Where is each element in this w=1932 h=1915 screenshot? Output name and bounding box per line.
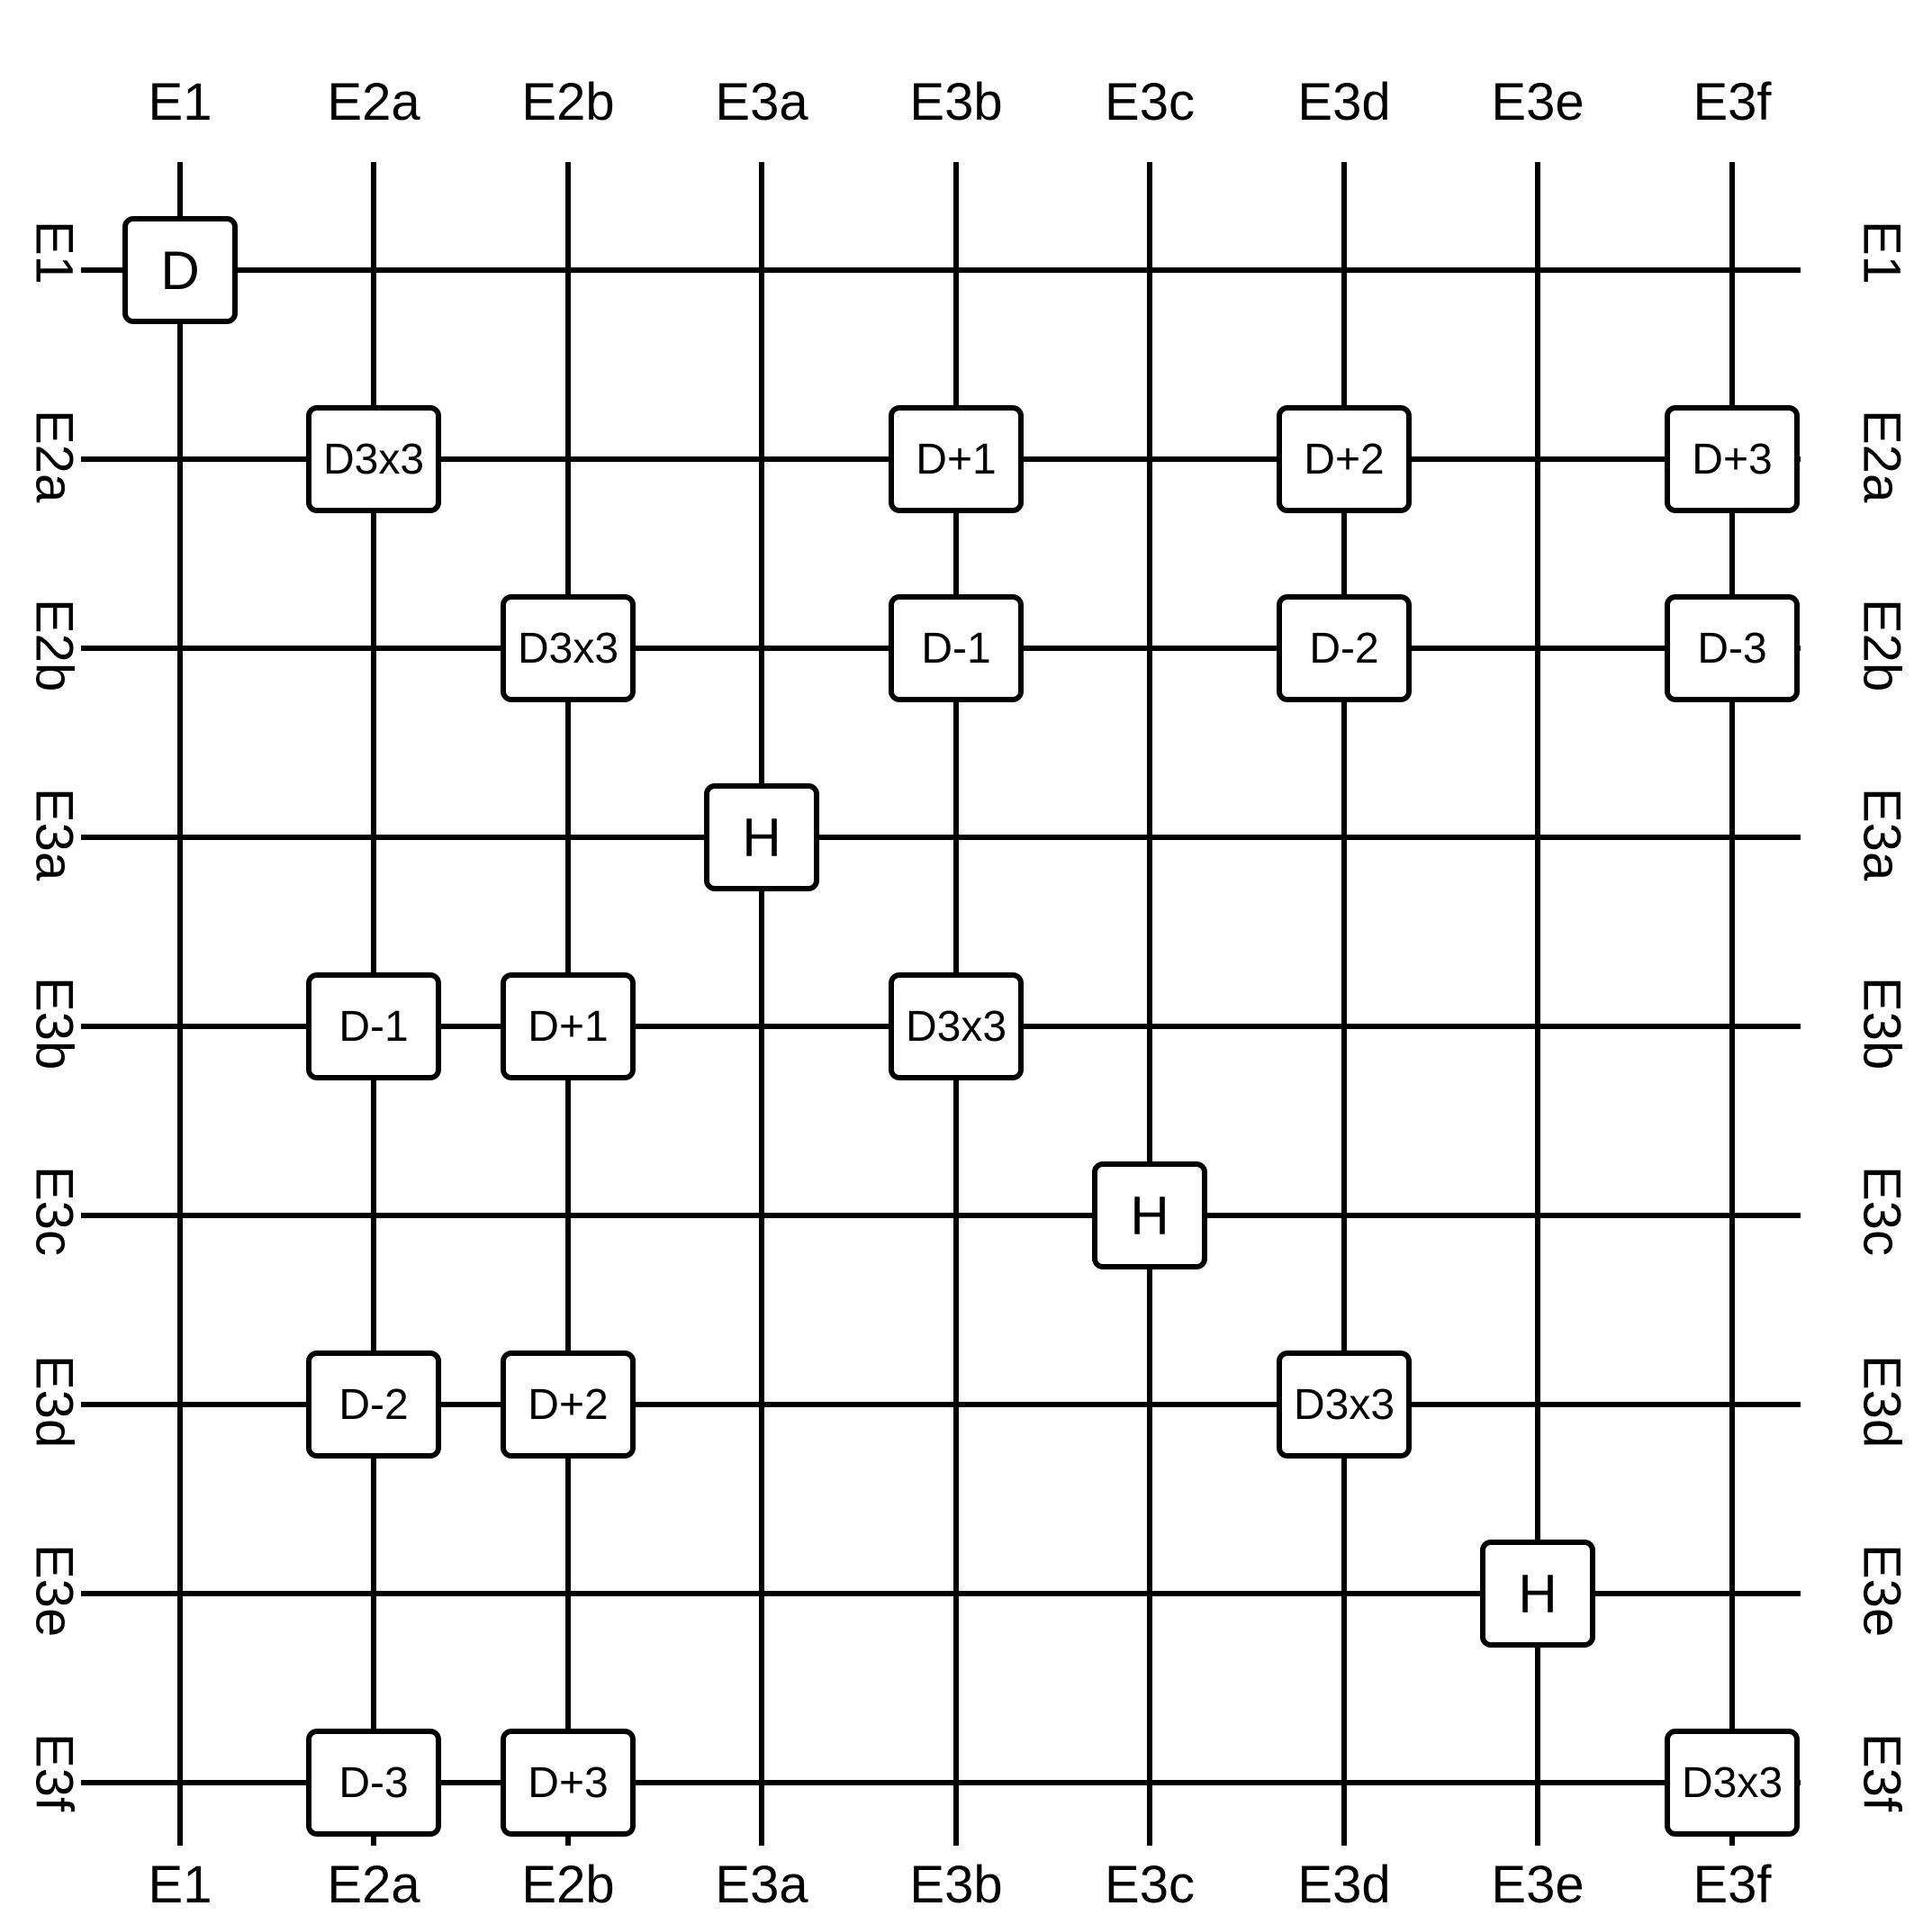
row-label-left: E1 bbox=[24, 221, 85, 285]
matrix-cell: D-2 bbox=[1277, 594, 1412, 702]
row-label-left: E3f bbox=[24, 1733, 85, 1811]
matrix-cell: D+2 bbox=[501, 1350, 636, 1459]
row-label-right: E1 bbox=[1852, 221, 1912, 285]
col-label-top: E2a bbox=[327, 72, 420, 132]
col-label-bottom: E3d bbox=[1297, 1855, 1390, 1915]
matrix-cell: D-1 bbox=[889, 594, 1024, 702]
col-label-top: E3e bbox=[1491, 72, 1584, 132]
matrix-cell: D-2 bbox=[306, 1350, 441, 1459]
row-label-right: E3a bbox=[1852, 788, 1912, 881]
grid-col-line bbox=[177, 162, 183, 1846]
matrix-cell: D3x3 bbox=[306, 405, 441, 513]
col-label-bottom: E1 bbox=[149, 1855, 212, 1915]
col-label-bottom: E3c bbox=[1105, 1855, 1195, 1915]
row-label-right: E3e bbox=[1852, 1544, 1912, 1637]
matrix-cell: H bbox=[1480, 1540, 1595, 1648]
col-label-top: E3f bbox=[1693, 72, 1771, 132]
row-label-left: E2a bbox=[24, 410, 85, 502]
col-label-top: E1 bbox=[149, 72, 212, 132]
row-label-left: E3e bbox=[24, 1544, 85, 1637]
matrix-cell: D+2 bbox=[1277, 405, 1412, 513]
row-label-left: E2b bbox=[24, 599, 85, 691]
row-label-right: E3f bbox=[1852, 1733, 1912, 1811]
col-label-bottom: E3a bbox=[715, 1855, 808, 1915]
row-label-right: E3d bbox=[1852, 1355, 1912, 1448]
row-label-right: E3c bbox=[1852, 1166, 1912, 1256]
matrix-cell: D3x3 bbox=[501, 594, 636, 702]
matrix-cell: D+3 bbox=[501, 1729, 636, 1837]
col-label-bottom: E3e bbox=[1491, 1855, 1584, 1915]
col-label-top: E3c bbox=[1105, 72, 1195, 132]
row-label-left: E3a bbox=[24, 788, 85, 881]
col-label-bottom: E2a bbox=[327, 1855, 420, 1915]
grid-row-line bbox=[81, 267, 1801, 273]
col-label-bottom: E3b bbox=[909, 1855, 1002, 1915]
col-label-bottom: E3f bbox=[1693, 1855, 1771, 1915]
matrix-cell: D-1 bbox=[306, 972, 441, 1080]
col-label-top: E3d bbox=[1297, 72, 1390, 132]
row-label-left: E3c bbox=[24, 1166, 85, 1256]
matrix-cell: D bbox=[122, 216, 238, 324]
matrix-cell: D3x3 bbox=[889, 972, 1024, 1080]
col-label-top: E3a bbox=[715, 72, 808, 132]
grid-col-line bbox=[1147, 162, 1152, 1846]
matrix-cell: D+1 bbox=[889, 405, 1024, 513]
row-label-right: E3b bbox=[1852, 977, 1912, 1070]
matrix-cell: D+3 bbox=[1665, 405, 1800, 513]
matrix-cell: D3x3 bbox=[1277, 1350, 1412, 1459]
row-label-right: E2b bbox=[1852, 599, 1912, 691]
matrix-cell: D+1 bbox=[501, 972, 636, 1080]
grid-row-line bbox=[81, 835, 1801, 840]
matrix-diagram: E1 E1 E2a E2a E2b E2b E3a E3a E3b E3b E3c E3c E3d E3d… bbox=[0, 0, 1932, 1899]
matrix-cell: H bbox=[704, 783, 819, 891]
row-label-left: E3b bbox=[24, 977, 85, 1070]
col-label-top: E3b bbox=[909, 72, 1002, 132]
matrix-cell: D-3 bbox=[1665, 594, 1800, 702]
matrix-cell: H bbox=[1092, 1161, 1207, 1269]
grid-col-line bbox=[759, 162, 764, 1846]
row-label-right: E2a bbox=[1852, 410, 1912, 502]
col-label-top: E2b bbox=[521, 72, 614, 132]
col-label-bottom: E2b bbox=[521, 1855, 614, 1915]
row-label-left: E3d bbox=[24, 1355, 85, 1448]
matrix-cell: D-3 bbox=[306, 1729, 441, 1837]
grid-row-line bbox=[81, 1213, 1801, 1218]
matrix-cell: D3x3 bbox=[1665, 1729, 1800, 1837]
